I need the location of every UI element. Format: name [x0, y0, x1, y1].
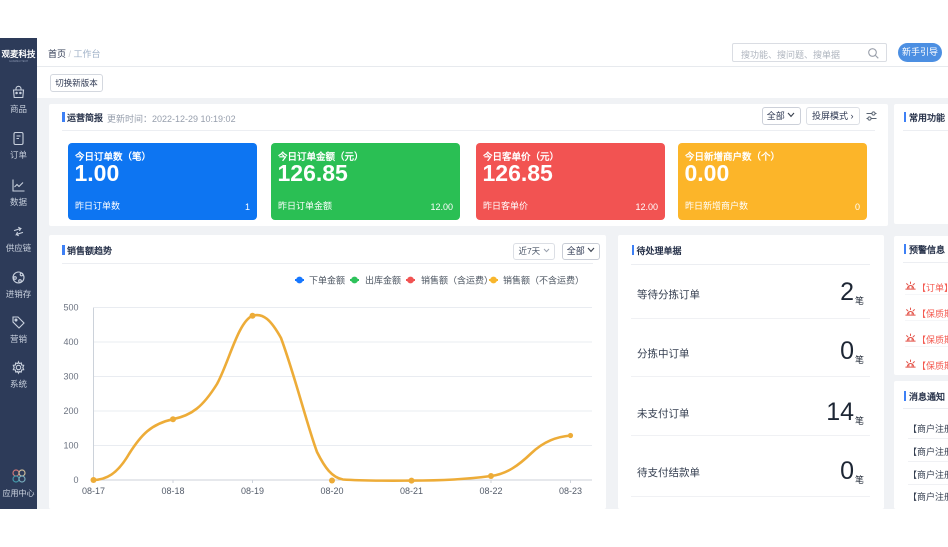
svg-text:400: 400 — [63, 337, 78, 347]
svg-text:08-23: 08-23 — [559, 486, 582, 496]
svg-text:08-21: 08-21 — [400, 486, 423, 496]
svg-text:08-20: 08-20 — [320, 486, 343, 496]
svg-text:200: 200 — [63, 406, 78, 416]
svg-text:销售额（含运费）: 销售额（含运费） — [421, 275, 493, 286]
svg-text:08-22: 08-22 — [479, 486, 502, 496]
svg-text:08-17: 08-17 — [82, 486, 105, 496]
svg-text:500: 500 — [63, 303, 78, 313]
svg-text:下单金额: 下单金额 — [309, 275, 345, 286]
svg-text:08-18: 08-18 — [161, 486, 184, 496]
svg-text:300: 300 — [63, 372, 78, 382]
svg-text:100: 100 — [63, 441, 78, 451]
svg-text:0: 0 — [73, 475, 78, 485]
svg-text:销售额（不含运费）: 销售额（不含运费） — [503, 275, 584, 286]
svg-text:出库金额: 出库金额 — [365, 275, 401, 286]
svg-text:08-19: 08-19 — [241, 486, 264, 496]
